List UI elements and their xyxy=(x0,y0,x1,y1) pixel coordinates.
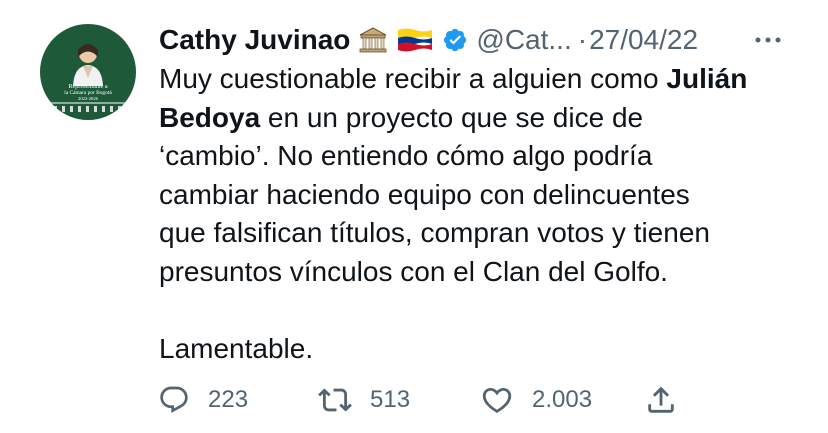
mention-julian: Julián xyxy=(666,63,748,94)
mention-bedoya: Bedoya xyxy=(159,101,261,133)
tweet-actions: 223 513 2.003 xyxy=(0,380,828,420)
heart-icon xyxy=(482,387,512,413)
tweet-text-line-6: presuntos vínculos con el Clan del Golfo… xyxy=(159,255,668,287)
tweet-text-line-2: Bedoya en un proyecto que se dice de xyxy=(159,99,809,138)
retweet-button[interactable]: 513 xyxy=(318,380,410,420)
verified-badge-icon[interactable] xyxy=(442,27,468,53)
like-count: 2.003 xyxy=(532,386,593,413)
avatar[interactable]: Representante a la Cámara por Bogotá 202… xyxy=(40,24,136,120)
like-button[interactable]: 2.003 xyxy=(480,380,592,420)
tweet-text-line-4: cambiar haciendo equipo con delincuentes xyxy=(159,178,690,210)
share-button[interactable] xyxy=(644,380,678,420)
tweet-text-line-3: ‘cambio’. No entiendo cómo algo podría xyxy=(159,140,653,171)
more-horizontal-icon[interactable] xyxy=(752,26,784,54)
reply-icon xyxy=(160,386,188,413)
reply-button[interactable]: 223 xyxy=(158,380,248,420)
avatar-caption-3: 2022-2026 xyxy=(78,96,99,101)
tweet-text-fragment: Muy cuestionable recibir a alguien como xyxy=(159,63,667,94)
tweet-text-line-1: Muy cuestionable recibir a alguien como … xyxy=(159,60,809,99)
tweet-date[interactable]: 27/04/22 xyxy=(589,24,698,56)
separator-dot: · xyxy=(577,24,588,55)
share-icon xyxy=(648,386,674,413)
retweet-count: 513 xyxy=(370,386,411,413)
author-handle[interactable]: @Cat... xyxy=(476,24,571,56)
retweet-icon xyxy=(318,388,352,412)
colombia-flag-emoji-icon xyxy=(396,26,434,54)
tweet-text-fragment: en un proyecto que se dice de xyxy=(260,101,644,133)
tweet-header: Cathy Juvinao @Cat... · 27/04/22 xyxy=(159,20,698,60)
author-name[interactable]: Cathy Juvinao xyxy=(159,24,350,56)
reply-count: 223 xyxy=(208,386,249,413)
avatar-caption-1: Representante a xyxy=(68,83,108,90)
classical-building-emoji-icon xyxy=(358,25,388,55)
tweet-text-line-5: que falsifican títulos, compran votos y … xyxy=(159,217,710,248)
tweet-text: Muy cuestionable recibir a alguien como … xyxy=(159,60,809,368)
tweet-text-line-7: Lamentable. xyxy=(159,332,314,364)
